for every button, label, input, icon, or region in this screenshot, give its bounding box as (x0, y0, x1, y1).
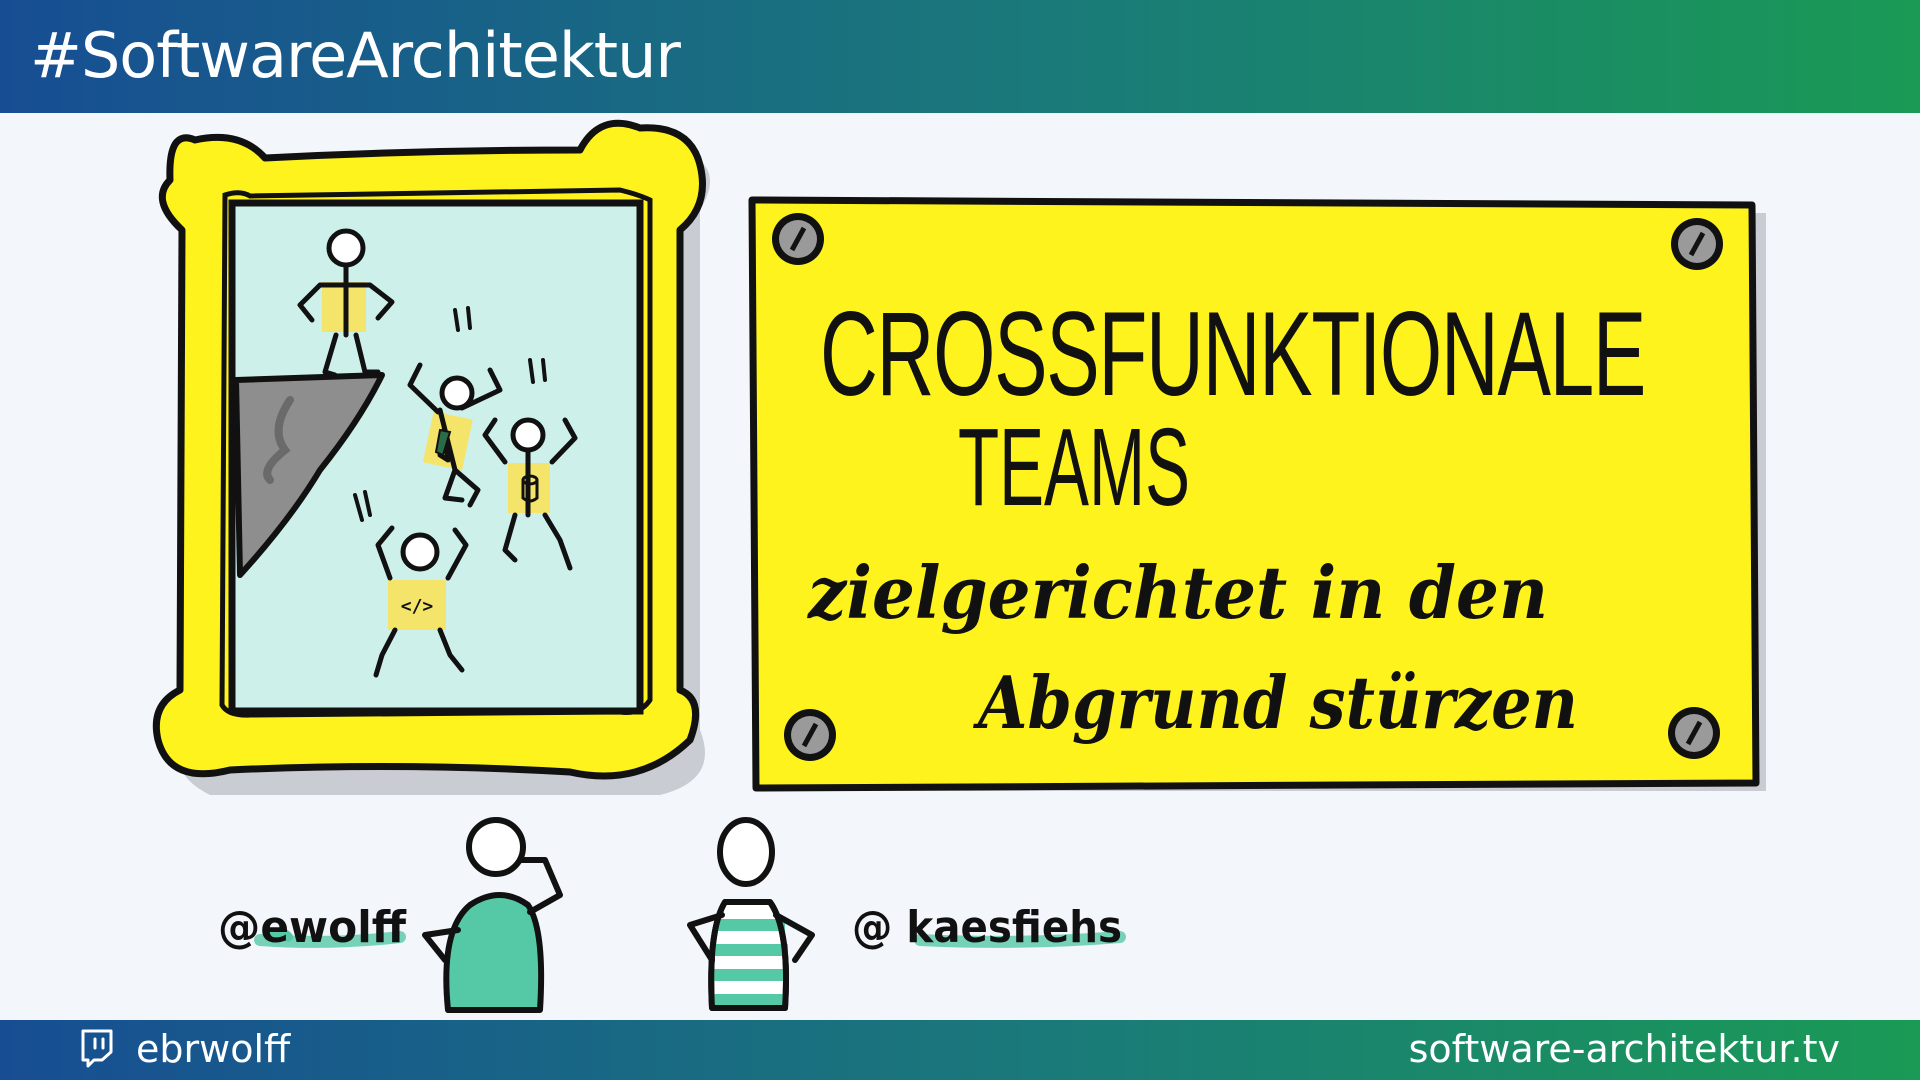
handle-kaesfiehs: @ kaesfiehs (852, 902, 1122, 953)
screw-top-left (772, 213, 824, 265)
sign-line-zielgerichtet: zielgerichtet in den (806, 550, 1548, 635)
screw-bottom-left (784, 709, 836, 761)
slide: #SoftwareArchitektur </> CROSSFUNKTIONAL… (0, 0, 1920, 1080)
footer-channel-name[interactable]: ebrwolff (136, 1024, 290, 1074)
person-kaesfiehs (687, 817, 815, 1011)
title-sign: CROSSFUNKTIONALE TEAMS zielgerichtet in … (748, 196, 1766, 792)
svg-text:</>: </> (401, 596, 434, 617)
screw-bottom-right (1668, 707, 1720, 759)
twitch-icon[interactable] (80, 1028, 114, 1068)
handle-ewolff: @ewolff (218, 902, 407, 953)
sketchnote-illustration: </> CROSSFUNKTIONALE TEAMS zielgerichtet… (152, 119, 1766, 1013)
footer-website[interactable]: software-architektur.tv (1409, 1024, 1840, 1074)
header-title: #SoftwareArchitektur (30, 19, 681, 92)
sign-line-abgrund: Abgrund stürzen (973, 660, 1578, 745)
sign-line-crossfunktionale: CROSSFUNKTIONALE (820, 287, 1645, 421)
sign-line-teams: TEAMS (958, 406, 1190, 529)
screw-top-right (1671, 218, 1723, 270)
